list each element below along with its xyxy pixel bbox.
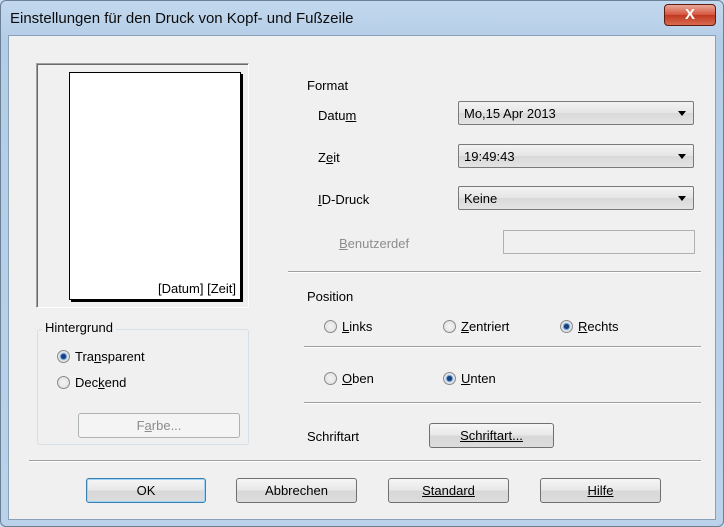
close-button[interactable]: X: [664, 4, 716, 26]
time-label: Zeit: [318, 150, 340, 165]
radio-center[interactable]: Zentriert: [443, 319, 509, 334]
chevron-down-icon: [678, 111, 686, 116]
date-label: Datum: [318, 108, 357, 123]
footer-separator: [29, 460, 701, 462]
preview-header-footer-text: [Datum] [Zeit]: [157, 281, 236, 296]
radio-top-indicator: [324, 372, 337, 385]
radio-right-label: Rechts: [578, 319, 619, 334]
custom-text-field[interactable]: [503, 230, 695, 254]
radio-top[interactable]: Oben: [324, 371, 374, 386]
id-print-label: ID-Druck: [318, 192, 370, 207]
radio-transparent[interactable]: Transparent: [57, 349, 145, 364]
radio-bottom[interactable]: Unten: [443, 371, 496, 386]
close-icon: X: [684, 6, 695, 23]
id-print-select[interactable]: Keine: [458, 186, 694, 210]
cancel-button[interactable]: Abbrechen: [236, 478, 357, 503]
dialog-window: Einstellungen für den Druck von Kopf- un…: [0, 0, 724, 527]
radio-opaque[interactable]: Deckend: [57, 375, 126, 390]
font-button[interactable]: Schriftart...: [429, 423, 554, 448]
background-group-label: Hintergrund: [42, 320, 116, 335]
radio-right[interactable]: Rechts: [560, 319, 618, 334]
radio-left[interactable]: Links: [324, 319, 372, 334]
separator: [288, 271, 701, 273]
time-format-select[interactable]: 19:49:43: [458, 144, 694, 168]
radio-opaque-indicator: [57, 376, 70, 389]
radio-bottom-indicator: [443, 372, 456, 385]
radio-transparent-label: Transparent: [75, 349, 145, 364]
chevron-down-icon: [678, 154, 686, 159]
separator: [304, 402, 701, 404]
separator: [304, 346, 701, 348]
chevron-down-icon: [678, 196, 686, 201]
custom-label: Benutzerdef: [339, 236, 410, 251]
title-bar: Einstellungen für den Druck von Kopf- un…: [1, 1, 723, 35]
preview-panel: [Datum] [Zeit]: [36, 63, 249, 308]
standard-button[interactable]: Standard: [388, 478, 509, 503]
time-format-value: 19:49:43: [464, 149, 515, 164]
radio-right-indicator: [560, 320, 573, 333]
position-heading: Position: [307, 289, 354, 304]
radio-opaque-label: Deckend: [75, 375, 127, 390]
radio-bottom-label: Unten: [461, 371, 496, 386]
ok-button[interactable]: OK: [86, 478, 206, 503]
id-print-value: Keine: [464, 191, 498, 206]
format-heading: Format: [307, 78, 349, 93]
date-format-select[interactable]: Mo,15 Apr 2013: [458, 101, 694, 125]
radio-left-indicator: [324, 320, 337, 333]
dialog-body: [Datum] [Zeit] Hintergrund Transparent D…: [8, 35, 716, 520]
radio-center-indicator: [443, 320, 456, 333]
radio-left-label: Links: [342, 319, 373, 334]
color-button[interactable]: Farbe...: [78, 413, 240, 438]
window-title: Einstellungen für den Druck von Kopf- un…: [10, 10, 354, 27]
radio-center-label: Zentriert: [461, 319, 510, 334]
date-format-value: Mo,15 Apr 2013: [464, 106, 556, 121]
preview-page: [Datum] [Zeit]: [69, 72, 241, 300]
radio-transparent-indicator: [57, 350, 70, 363]
font-label: Schriftart: [307, 429, 360, 444]
help-button[interactable]: Hilfe: [540, 478, 661, 503]
radio-top-label: Oben: [342, 371, 374, 386]
